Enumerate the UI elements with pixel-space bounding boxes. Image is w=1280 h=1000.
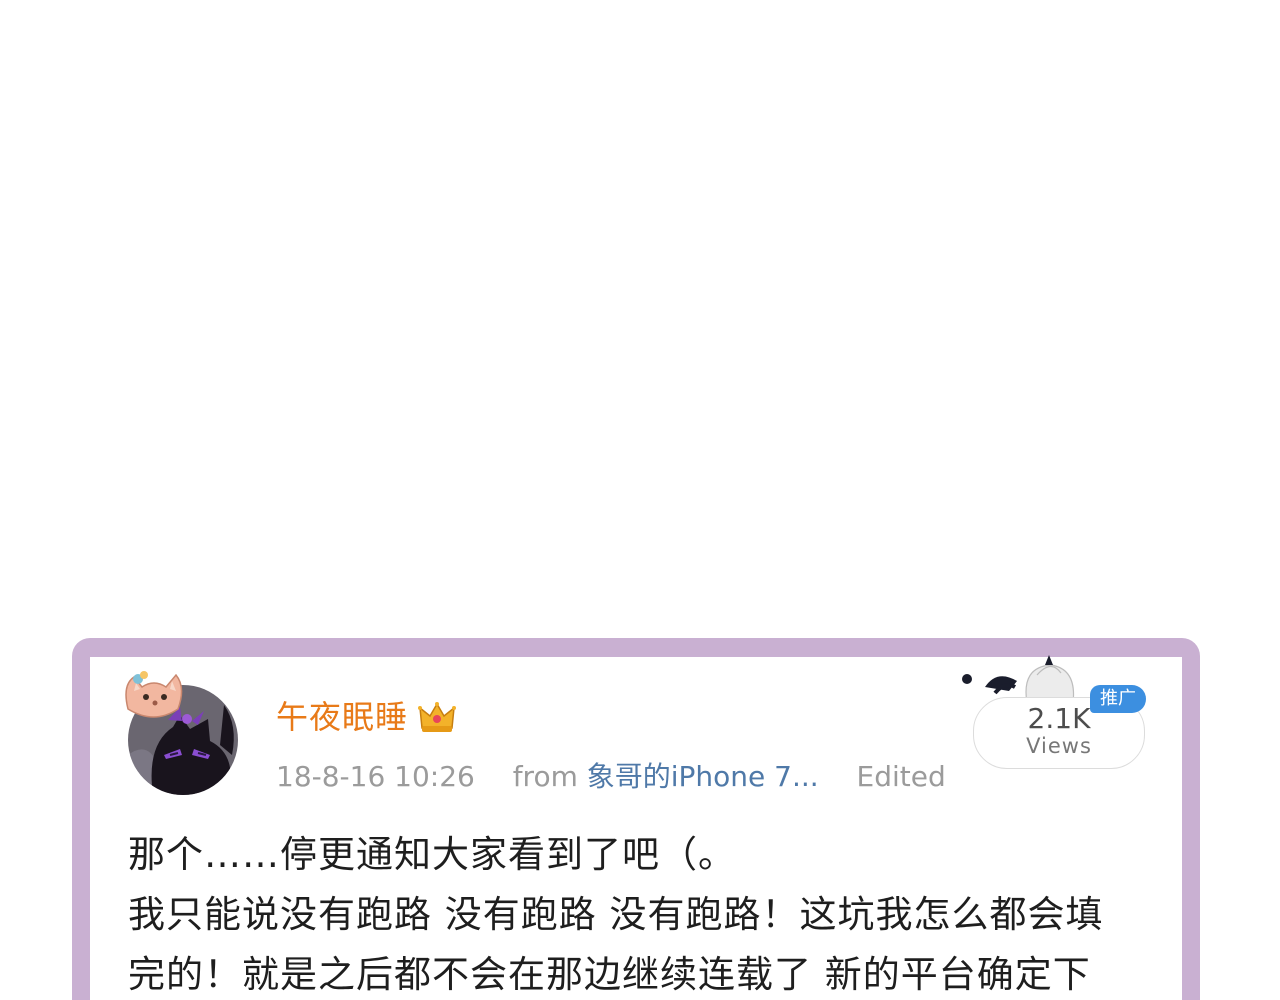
white-haired-mascot-icon bbox=[962, 655, 1075, 703]
post-body-line: 那个……停更通知大家看到了吧（。 bbox=[128, 833, 736, 876]
edited-label[interactable]: Edited bbox=[857, 760, 946, 793]
post-meta: 18-8-16 10:26 from 象哥的iPhone 7... Edited bbox=[276, 763, 956, 791]
source-device-link[interactable]: 象哥的iPhone 7... bbox=[587, 760, 819, 793]
pink-fox-frame-icon bbox=[125, 671, 183, 718]
post-body: 那个……停更通知大家看到了吧（。 我只能说没有跑路 没有跑路 没有跑路！这坑我怎… bbox=[128, 825, 1158, 1000]
post-timestamp: 18-8-16 10:26 bbox=[276, 760, 475, 793]
weibo-post-card: 午夜眠睡 18-8-16 10:26 from 象哥的iPhone 7... E… bbox=[90, 655, 1182, 1000]
promote-tag[interactable]: 推广 bbox=[1090, 685, 1146, 713]
views-label: Views bbox=[1026, 733, 1092, 758]
page: 午夜眠睡 18-8-16 10:26 from 象哥的iPhone 7... E… bbox=[0, 0, 1280, 1000]
author-name[interactable]: 午夜眠睡 bbox=[276, 701, 408, 733]
avatar-wrap[interactable] bbox=[125, 671, 238, 795]
source-prefix: from bbox=[512, 760, 578, 793]
views-badge-area[interactable]: 2.1K Views 推广 bbox=[962, 655, 1150, 772]
username-row: 午夜眠睡 bbox=[276, 695, 956, 739]
crown-icon bbox=[418, 702, 457, 732]
post-header: 午夜眠睡 18-8-16 10:26 from 象哥的iPhone 7... E… bbox=[276, 695, 956, 791]
post-body-line: 完的！就是之后都不会在那边继续连载了 新的平台确定下 bbox=[128, 953, 1091, 996]
post-body-line: 我只能说没有跑路 没有跑路 没有跑路！这坑我怎么都会填 bbox=[128, 893, 1104, 936]
